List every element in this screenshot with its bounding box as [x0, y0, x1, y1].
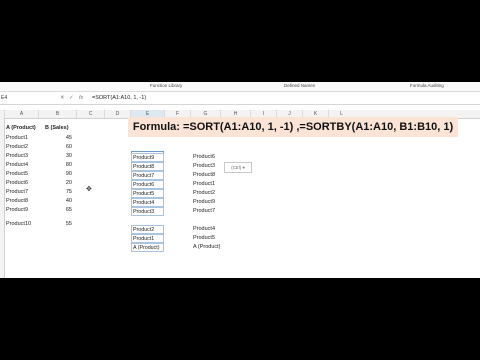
formula-auditing-group[interactable]: Formula Auditing	[410, 83, 444, 88]
sortby-result-cell[interactable]: Product4	[193, 225, 215, 233]
sales-cell[interactable]: 75	[52, 188, 72, 196]
sales-cell[interactable]: 30	[52, 152, 72, 160]
sort-result-cell[interactable]: Product3	[131, 207, 164, 216]
product-cell[interactable]: Product5	[6, 170, 28, 178]
cancel-icon[interactable]: ✕	[60, 94, 65, 102]
product-cell[interactable]: Product9	[6, 206, 28, 214]
sort-result-cell[interactable]: Product8	[131, 162, 164, 171]
sortby-result-cell[interactable]: Product1	[193, 180, 215, 188]
product-cell[interactable]: Product4	[6, 161, 28, 169]
product-cell[interactable]: Product6	[6, 179, 28, 187]
sort-result-cell[interactable]: Product7	[131, 171, 164, 180]
row-headers[interactable]	[0, 118, 5, 278]
product-cell[interactable]: Product10	[6, 220, 31, 228]
col-header-d[interactable]: D	[104, 110, 130, 118]
product-cell[interactable]: Product3	[6, 152, 28, 160]
sort-result-cell[interactable]: Product4	[131, 198, 164, 207]
formula-banner: Formula: =SORT(A1:A10, 1, -1) ,=SORTBY(A…	[128, 117, 458, 137]
sales-cell[interactable]: 80	[52, 161, 72, 169]
sortby-result-cell[interactable]: Product5	[193, 234, 215, 242]
sort-result-cell[interactable]: A (Product)	[131, 243, 164, 252]
formula-banner-text: Formula: =SORT(A1:A10, 1, -1) ,=SORTBY(A…	[132, 121, 454, 133]
sort-result-cell[interactable]: Product6	[131, 180, 164, 189]
col-header-c[interactable]: C	[76, 110, 104, 118]
sort-result-cell[interactable]: Product5	[131, 189, 164, 198]
product-cell[interactable]: Product1	[6, 134, 28, 142]
paste-options-button[interactable]: (Ctrl) ▾	[224, 162, 252, 173]
sales-cell[interactable]: 90	[52, 170, 72, 178]
product-cell[interactable]: Product7	[6, 188, 28, 196]
sort-result-cell[interactable]: Product2	[131, 225, 164, 234]
sortby-result-cell[interactable]: Product8	[193, 171, 215, 179]
enter-icon[interactable]: ✓	[69, 94, 74, 102]
sortby-result-cell[interactable]: A (Product)	[193, 243, 221, 251]
name-box[interactable]: E4	[0, 94, 35, 102]
formula-bar: E4 ✕ ✓ fx =SORT(A1:A10, 1, -1)	[0, 92, 480, 105]
function-library-group[interactable]: Function Library	[150, 83, 182, 88]
col-header-a[interactable]: A	[4, 110, 38, 118]
sort-result-cell[interactable]: Product9	[131, 153, 164, 162]
move-cursor-icon: ✥	[86, 186, 92, 193]
sales-cell[interactable]: 55	[52, 220, 72, 228]
formula-input[interactable]: =SORT(A1:A10, 1, -1)	[92, 94, 146, 102]
header-a-product[interactable]: A (Product)	[6, 124, 36, 132]
col-header-b[interactable]: B	[38, 110, 76, 118]
sales-cell[interactable]: 45	[52, 134, 72, 142]
sales-cell[interactable]: 40	[52, 197, 72, 205]
fx-icon[interactable]: fx	[79, 94, 83, 102]
sort-result-cell[interactable]: Product1	[131, 234, 164, 243]
sortby-result-cell[interactable]: Product9	[193, 198, 215, 206]
sales-cell[interactable]: 60	[52, 143, 72, 151]
product-cell[interactable]: Product8	[6, 197, 28, 205]
excel-window: Function Library Defined Names Formula A…	[0, 82, 480, 278]
sortby-result-cell[interactable]: Product2	[193, 189, 215, 197]
sortby-result-cell[interactable]: Product6	[193, 153, 215, 161]
sortby-result-cell[interactable]: Product7	[193, 207, 215, 215]
sales-cell[interactable]: 65	[52, 206, 72, 214]
sales-cell[interactable]: 20	[52, 179, 72, 187]
defined-names-group[interactable]: Defined Names	[284, 83, 315, 88]
ribbon-group-labels: Function Library Defined Names Formula A…	[0, 82, 480, 92]
product-cell[interactable]: Product2	[6, 143, 28, 151]
header-b-sales[interactable]: B (Sales)	[45, 124, 69, 132]
sortby-result-cell[interactable]: Product3	[193, 162, 215, 170]
sort-result-cell[interactable]	[131, 216, 164, 225]
